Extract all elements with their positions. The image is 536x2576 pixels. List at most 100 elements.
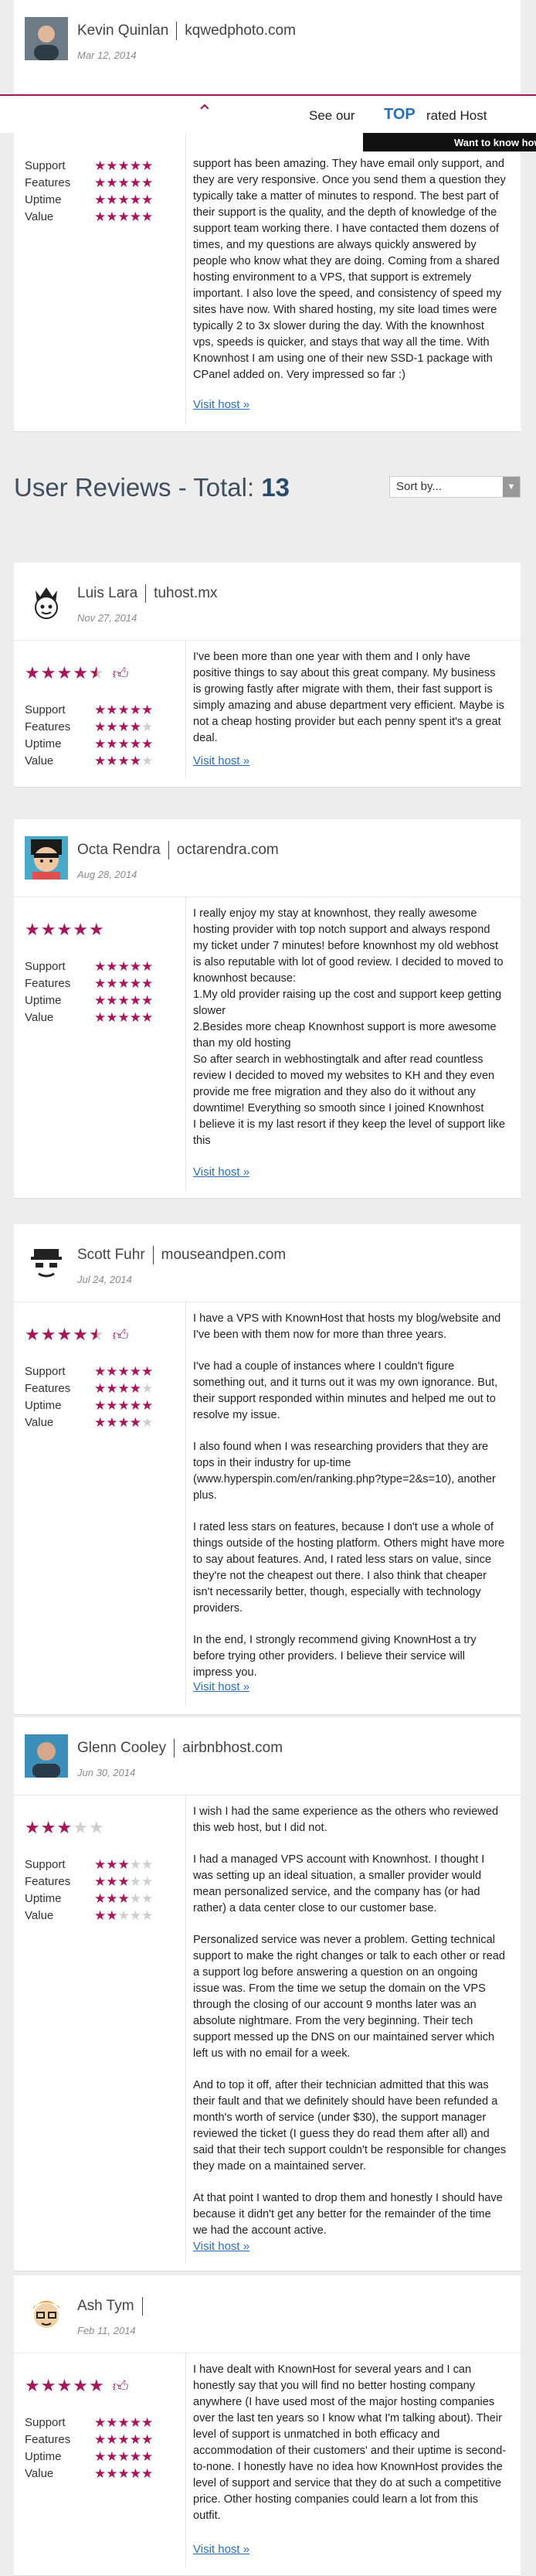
avatar [25,1734,68,1778]
star-icon: ★ [141,737,154,751]
star-icon: ★ [73,1325,89,1344]
star-rating: ★★★★★ [94,1364,153,1380]
review-header: Ash Tym Feb 11, 2014 [14,2275,521,2340]
star-empty-icon: ★ [129,1908,141,1923]
reviewer-site[interactable]: mouseandpen.com [161,1247,287,1263]
star-icon: ★ [141,158,154,173]
divider [152,1246,154,1264]
half-star-icon: ★ [88,663,105,682]
review-paragraph: I wish I had the same experience as the … [193,1805,499,1834]
star-icon: ★ [117,1010,130,1025]
visit-host-link[interactable]: Visit host » [193,2543,249,2556]
star-rating: ★★★★★ [94,1381,153,1397]
review-date: Nov 27, 2014 [77,612,137,624]
star-icon: ★ [106,703,118,717]
chevron-down-icon[interactable]: ▼ [503,477,520,497]
criteria-value: Value ★★★★★ [25,209,154,225]
star-icon: ★ [129,993,141,1008]
overall-stars: ★★★★★ [25,1325,105,1344]
star-rating: ★★★★★ [94,959,153,975]
review-card: Luis Lara tuhost.mx Nov 27, 2014 ★★★★★ 👍︎ S… [14,563,521,788]
star-icon: ★ [94,1891,107,1906]
reviewer-site[interactable]: octarendra.com [177,842,279,858]
star-icon: ★ [56,1325,73,1344]
star-icon: ★ [94,737,107,751]
star-icon: ★ [106,192,118,207]
star-icon: ★ [117,720,130,734]
star-icon: ★ [94,1908,107,1923]
star-icon: ★ [141,209,154,224]
visit-host-link[interactable]: Visit host » [193,754,249,767]
divider [176,22,178,40]
star-icon: ★ [141,1364,154,1379]
star-icon: ★ [106,1364,118,1379]
star-icon: ★ [129,2432,141,2447]
criteria-value: Value ★★★★★ [25,1010,154,1025]
reviewer-site[interactable]: airbnbhost.com [182,1740,283,1756]
star-icon: ★ [129,754,141,768]
visit-host-link[interactable]: Visit host » [193,398,249,411]
reviewer-name: Ash Tym [77,2298,134,2315]
visit-host-link[interactable]: Visit host » [193,2240,249,2253]
star-rating: ★★★★★ [94,1398,153,1414]
top-label[interactable]: TOP [384,106,416,124]
reviewer-site[interactable]: kqwedphoto.com [185,22,296,39]
avatar [25,836,68,880]
star-icon: ★ [94,1874,107,1889]
visit-host-link[interactable]: Visit host » [193,1165,249,1179]
star-icon: ★ [106,754,118,768]
criteria-support: Support ★★★★★ [25,959,154,975]
review-body: I've been more than one year with them a… [193,649,507,762]
criteria-uptime: Uptime ★★★★★ [25,1398,154,1414]
star-icon: ★ [40,1325,57,1344]
reviewer-site[interactable]: tuhost.mx [154,585,217,601]
star-rating: ★★★★★ [94,1908,153,1924]
star-icon: ★ [141,2466,154,2481]
star-icon: ★ [106,2432,118,2447]
star-icon: ★ [73,663,89,682]
reviewer-name: Scott Fuhr [77,1247,145,1264]
star-icon: ★ [141,192,154,207]
star-rating: ★★★★★ [94,175,153,191]
star-rating: ★★★★★ [94,2432,153,2448]
review-paragraph: And to top it off, after their technicia… [193,2079,507,2173]
sort-select[interactable]: Sort by... ▼ [389,476,521,498]
criteria-value: Value ★★★★★ [25,1908,154,1924]
review-paragraph: I had a managed VPS account with Knownho… [193,1853,485,1914]
star-icon: ★ [117,192,130,207]
thumbs-up-icon[interactable]: 👍︎ [113,2378,129,2395]
review-paragraph: I rated less stars on features, because … [193,1521,505,1615]
criteria-features: Features ★★★★★ [25,720,154,734]
visit-host-link[interactable]: Visit host » [193,1680,249,1693]
star-icon: ★ [94,993,107,1008]
star-icon: ★ [106,175,118,190]
review-header: Octa Rendra octarendra.com Aug 28, 2014 [14,819,521,884]
thumbs-up-icon[interactable]: 👍︎ [113,1327,129,1344]
star-icon: ★ [106,1891,118,1906]
notice-bar[interactable]: Want to know how we [363,133,536,151]
star-rating: ★★★★★ [94,209,153,225]
review-paragraph: I have a VPS with KnownHost that hosts m… [193,1312,501,1341]
criteria-uptime: Uptime ★★★★★ [25,2449,154,2464]
overall-rating: ★★★★★ [25,920,105,939]
star-icon: ★ [94,1381,107,1396]
star-empty-icon: ★ [88,1818,105,1837]
overall-stars: ★★★★★ [25,663,105,682]
reviewer-name: Kevin Quinlan [77,22,169,39]
review-header: Luis Lara tuhost.mx Nov 27, 2014 [14,563,521,628]
star-icon: ★ [141,1010,154,1025]
star-icon: ★ [106,158,118,173]
column-divider [185,2353,186,2567]
review-paragraph: I really enjoy my stay at knownhost, the… [193,907,505,1147]
review-body: I have dealt with KnownHost for several … [193,2362,507,2540]
chevron-up-icon[interactable]: ⌃ [196,100,213,124]
star-icon: ★ [40,920,57,939]
criteria-value: Value ★★★★★ [25,754,154,768]
thumbs-up-icon[interactable]: 👍︎ [113,665,129,682]
star-icon: ★ [117,959,130,974]
star-icon: ★ [106,1874,118,1889]
star-icon: ★ [117,2449,130,2464]
review-body: I really enjoy my stay at knownhost, the… [193,906,507,1165]
star-icon: ★ [129,1415,141,1430]
star-rating: ★★★★★ [94,976,153,992]
